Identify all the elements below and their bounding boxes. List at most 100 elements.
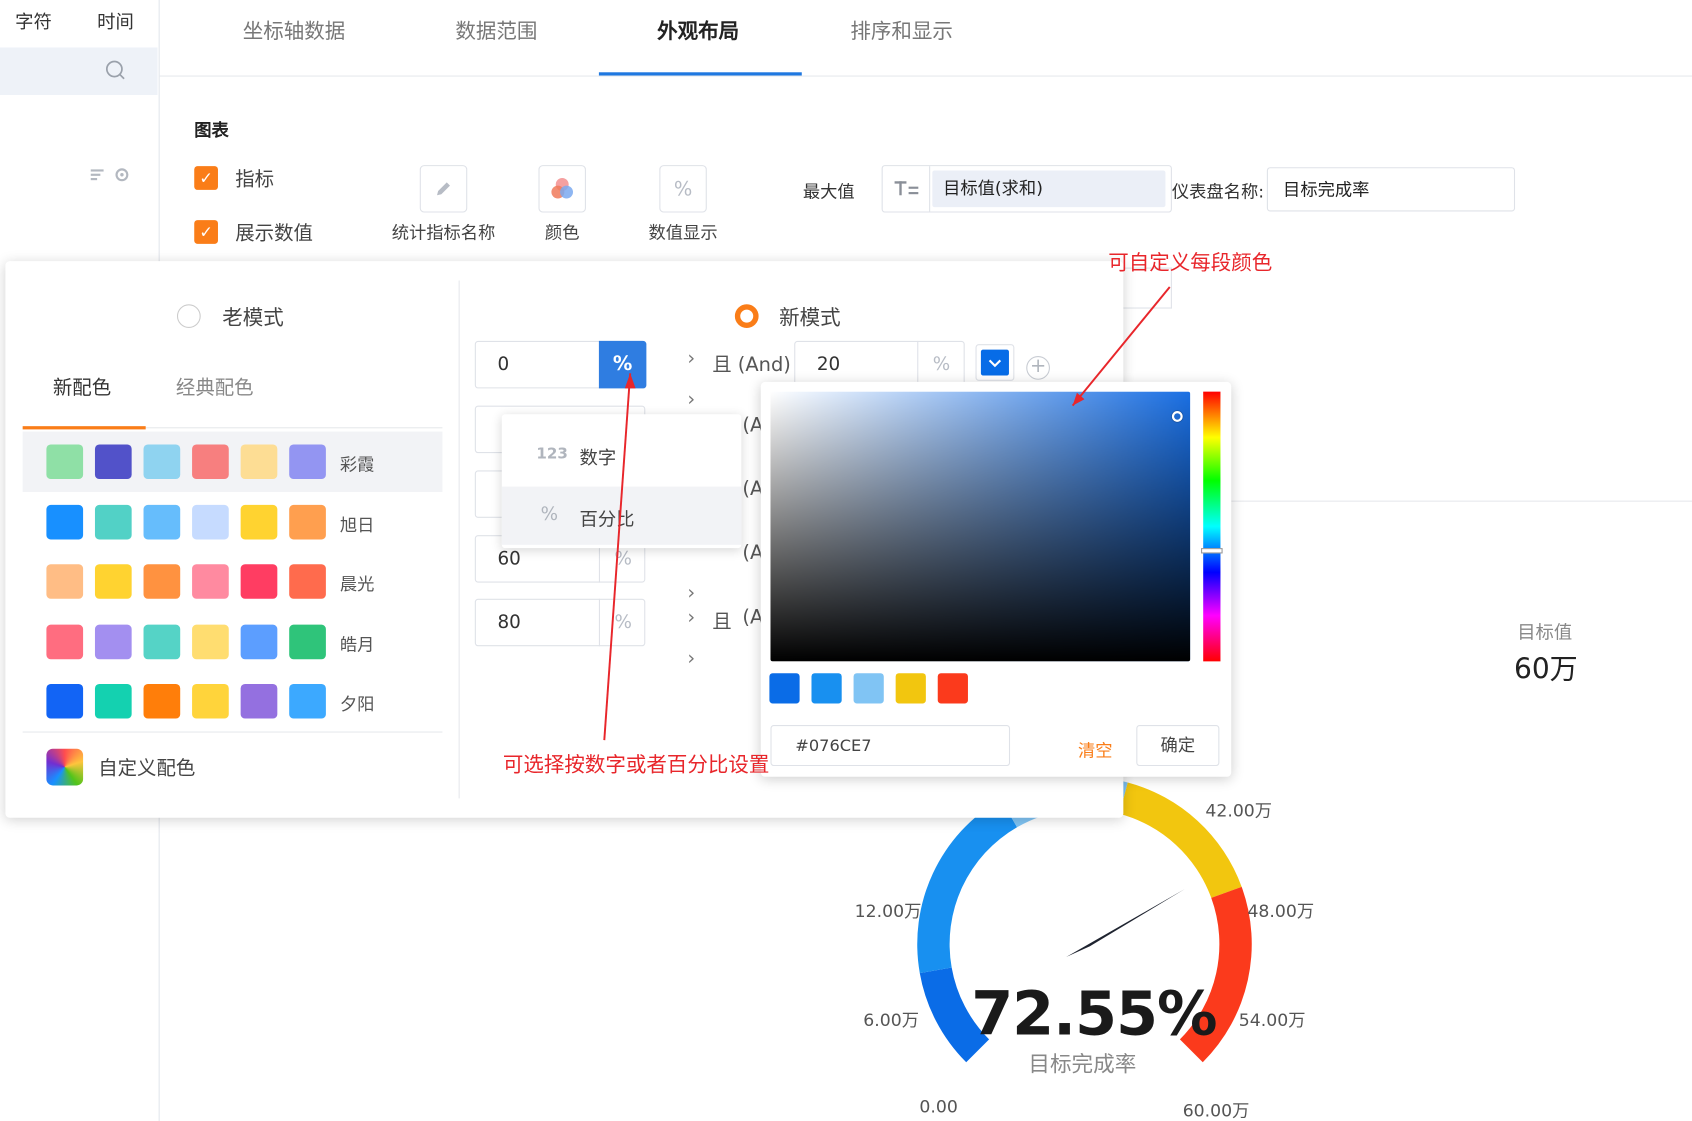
preset-color-swatch[interactable] [895, 673, 926, 704]
saturation-panel[interactable] [770, 391, 1191, 662]
palette-swatch [46, 684, 84, 719]
clear-button[interactable]: 清空 [1078, 736, 1113, 762]
palette-swatch [143, 564, 181, 599]
annotation-custom-segment: 可自定义每段颜色 [1108, 251, 1273, 276]
palette-swatch [94, 564, 132, 599]
confirm-button[interactable]: 确定 [1136, 725, 1220, 767]
palette-swatch [240, 504, 278, 539]
metric-label: 指标 [235, 168, 275, 191]
add-segment-button[interactable]: + [1026, 356, 1050, 380]
palette-swatch [143, 444, 181, 480]
color-label: 颜色 [544, 222, 580, 243]
hue-handle[interactable] [1201, 548, 1223, 554]
tab-axis-data[interactable]: 坐标轴数据 [243, 15, 346, 47]
unit-option-number-label: 数字 [579, 447, 617, 470]
chevron-right-icon[interactable]: › [687, 582, 695, 605]
preset-swatches [769, 673, 1093, 705]
new-mode-radio[interactable] [734, 304, 759, 328]
palette-swatch [192, 624, 229, 659]
max-value-field[interactable]: 目标值(求和) [881, 165, 1172, 213]
color-picker-panel: #076CE7 清空 确定 [760, 381, 1232, 777]
tick-label: 48.00万 [1247, 900, 1315, 922]
search-icon[interactable] [105, 59, 127, 81]
chevron-right-icon[interactable]: › [687, 606, 695, 629]
max-value-chip[interactable]: 目标值(求和) [932, 170, 1166, 208]
palette-name: 夕阳 [339, 693, 375, 715]
color-button[interactable] [538, 165, 586, 213]
max-value-label: 最大值 [802, 181, 855, 202]
palette-name: 晨光 [339, 573, 375, 595]
palette-swatch [143, 504, 181, 539]
palette-tab-indicator [22, 426, 146, 430]
show-value-label: 展示数值 [235, 222, 313, 245]
tab-classic-palette[interactable]: 经典配色 [176, 372, 254, 400]
text-type-icon [883, 166, 931, 212]
value-display-label: 数值显示 [648, 222, 718, 243]
preset-color-swatch[interactable] [769, 673, 800, 704]
tab-sort-display[interactable]: 排序和显示 [850, 15, 953, 47]
tab-time[interactable]: 时间 [97, 6, 134, 34]
palette-swatch [240, 624, 278, 659]
segment-color-swatch[interactable] [975, 344, 1015, 381]
field-search-bar[interactable] [0, 47, 158, 95]
active-tab-indicator [598, 72, 802, 76]
old-mode-label: 老模式 [222, 306, 284, 331]
new-mode-label: 新模式 [779, 306, 841, 331]
color-palette-icon [551, 178, 574, 199]
preset-color-swatch[interactable] [937, 673, 968, 704]
palette-row[interactable]: 皓月 [23, 611, 443, 671]
gauge-name-input[interactable]: 目标完成率 [1266, 167, 1516, 212]
hue-slider[interactable] [1203, 391, 1221, 662]
palette-row[interactable]: 旭日 [23, 491, 443, 551]
custom-color-icon [46, 748, 84, 786]
unit-option-number[interactable]: 123 数字 [502, 427, 742, 483]
palette-swatch [192, 504, 229, 539]
palette-divider [22, 731, 443, 733]
sort-settings-icon[interactable] [90, 166, 134, 183]
stat-name-button[interactable] [419, 165, 468, 213]
preset-color-swatch[interactable] [853, 673, 884, 704]
custom-color-option[interactable]: 自定义配色 [98, 753, 195, 781]
value-display-button[interactable]: % [659, 165, 707, 213]
palette-swatch [46, 504, 84, 539]
tab-data-range[interactable]: 数据范围 [455, 15, 537, 47]
palette-swatch [94, 504, 132, 539]
palette-name: 皓月 [339, 633, 375, 655]
show-value-checkbox[interactable]: ✓ [194, 220, 218, 244]
palette-row[interactable]: 晨光 [23, 551, 443, 611]
tick-label: 12.00万 [854, 900, 922, 922]
hex-input[interactable]: #076CE7 [770, 725, 1011, 767]
unit-option-percent[interactable]: % 百分比 [501, 486, 742, 545]
palette-row[interactable]: 彩霞 [22, 431, 443, 492]
percent-icon: % [540, 503, 559, 526]
metric-checkbox[interactable]: ✓ [194, 166, 218, 190]
chevron-right-icon[interactable]: › [687, 647, 695, 670]
tab-appearance[interactable]: 外观布局 [657, 15, 739, 47]
and-label: 且 (And) [712, 353, 791, 377]
chevron-right-icon[interactable]: › [687, 347, 695, 370]
tab-char[interactable]: 字符 [15, 6, 52, 34]
section-title: 图表 [194, 119, 229, 141]
chevron-right-icon[interactable]: › [687, 388, 695, 411]
palette-swatch [143, 684, 181, 719]
palette-swatch [192, 684, 229, 719]
check-icon: ✓ [199, 168, 213, 188]
palette-swatch [192, 564, 229, 599]
tick-label: 54.00万 [1238, 1009, 1306, 1031]
gauge-percent: 72.55% [971, 979, 1217, 1050]
palette-list: 彩霞 旭日晨光皓月夕阳 [22, 431, 443, 734]
preset-color-swatch[interactable] [811, 673, 842, 704]
palette-swatch [289, 504, 326, 539]
gauge-name: 目标完成率 [1028, 1050, 1137, 1077]
check-icon: ✓ [199, 222, 213, 242]
unit-dropdown-menu: 123 数字 % 百分比 [501, 414, 742, 549]
palette-row[interactable]: 夕阳 [23, 671, 443, 731]
saturation-handle[interactable] [1171, 411, 1183, 422]
unit-toggle-percent-active[interactable]: % [598, 340, 647, 389]
target-label: 目标值 [1517, 622, 1573, 645]
annotation-number-or-percent: 可选择按数字或者百分比设置 [502, 753, 770, 777]
old-mode-radio[interactable] [176, 304, 201, 328]
range-unit-5[interactable]: % [598, 598, 646, 647]
tab-new-palette[interactable]: 新配色 [53, 372, 111, 400]
chevron-down-icon [980, 349, 1009, 376]
